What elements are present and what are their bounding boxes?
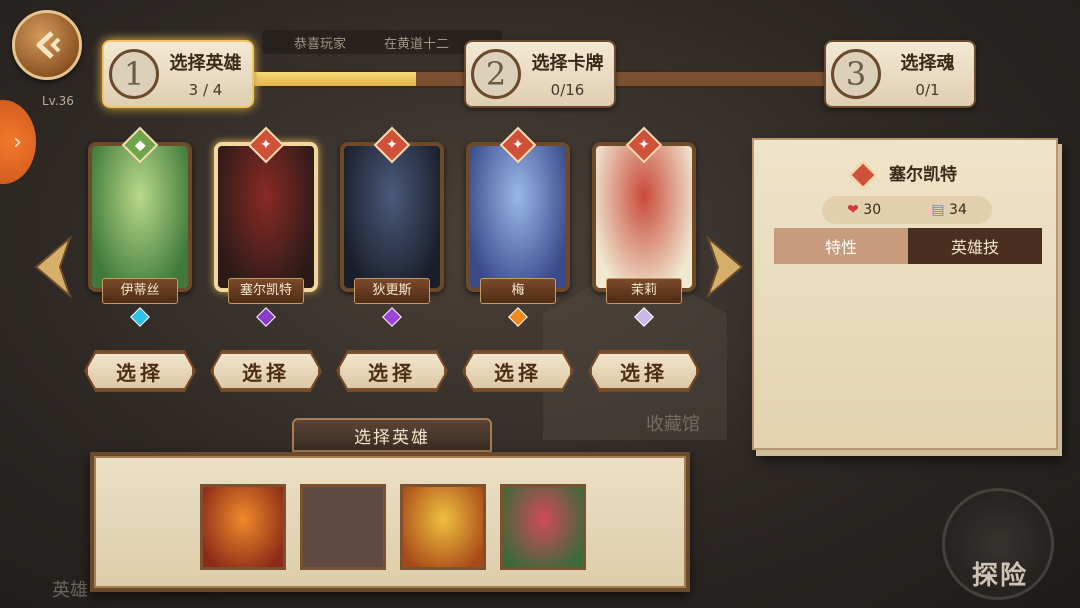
step-count: 0/1 — [915, 81, 940, 99]
background-heroes-label: 英雄 — [52, 580, 88, 601]
select-button[interactable]: 选择 — [590, 352, 698, 390]
hero-name: 伊蒂丝 — [102, 278, 178, 304]
step-count: 0/16 — [550, 81, 585, 99]
step-count: 3 / 4 — [188, 81, 223, 99]
step-number: 1 — [109, 49, 159, 99]
select-button[interactable]: 选择 — [212, 352, 320, 390]
selected-hero-slot[interactable] — [200, 484, 286, 570]
back-button[interactable] — [12, 10, 82, 80]
hero-portrait — [592, 142, 696, 292]
ticker-text-1: 恭喜玩家 — [294, 36, 347, 52]
selected-heroes-header: 选择英雄 — [292, 418, 492, 452]
step-select-cards[interactable]: 2 选择卡牌 0/16 — [464, 40, 616, 108]
rarity-gem-icon — [508, 307, 528, 327]
info-hero-name: 塞尔凯特 — [888, 165, 957, 185]
chevron-right-icon: › — [13, 129, 22, 155]
card-count-value: 34 — [949, 202, 967, 218]
select-button[interactable]: 选择 — [86, 352, 194, 390]
hero-portrait — [340, 142, 444, 292]
hero-stats-bar: ❤ 30 ▤ 34 — [822, 196, 992, 224]
heart-icon: ❤ — [847, 202, 859, 218]
hero-portrait — [88, 142, 192, 292]
hero-name: 茉莉 — [606, 278, 682, 304]
empty-hero-slot[interactable] — [300, 484, 386, 570]
diamond-icon: ◆ — [134, 137, 146, 153]
tab-traits[interactable]: 特性 — [774, 228, 908, 264]
step-select-soul[interactable]: 3 选择魂 0/1 — [824, 40, 976, 108]
card-deck-icon: ▤ — [931, 202, 945, 218]
sword-icon: ✦ — [386, 136, 398, 153]
rarity-gem-icon — [634, 307, 654, 327]
step-number: 3 — [831, 49, 881, 99]
player-level: Lv.36 — [42, 94, 74, 108]
rarity-gem-icon — [256, 307, 276, 327]
sword-icon: ✦ — [638, 136, 650, 153]
selected-heroes-panel — [90, 452, 690, 592]
info-tabs: 特性 英雄技 — [774, 228, 1042, 264]
tab-hero-skill[interactable]: 英雄技 — [908, 228, 1042, 264]
hero-name: 梅 — [480, 278, 556, 304]
ticker-text-2: 在黄道十二 — [384, 36, 450, 52]
hero-card-moli[interactable]: ✦ 茉莉 — [590, 126, 698, 327]
rarity-gem-icon — [130, 307, 150, 327]
step-select-hero[interactable]: 1 选择英雄 3 / 4 — [102, 40, 254, 108]
hp-stat: ❤ 30 — [847, 202, 881, 218]
background-museum-label: 收藏馆 — [646, 414, 700, 435]
selected-hero-slot[interactable] — [400, 484, 486, 570]
sword-icon: ✦ — [260, 136, 272, 153]
hero-card-mei[interactable]: ✦ 梅 — [464, 126, 572, 327]
info-hero-title: 塞尔凯特 — [754, 160, 1056, 190]
explore-label: 探险 — [971, 561, 1028, 591]
sword-icon — [848, 160, 878, 190]
select-button[interactable]: 选择 — [464, 352, 572, 390]
rarity-gem-icon — [382, 307, 402, 327]
step-title: 选择英雄 — [169, 53, 242, 74]
step-title: 选择卡牌 — [531, 53, 604, 74]
hero-portrait — [214, 142, 318, 292]
step-title: 选择魂 — [900, 53, 955, 74]
hero-name: 狄更斯 — [354, 278, 430, 304]
hero-name: 塞尔凯特 — [228, 278, 304, 304]
step-progress-fill — [230, 72, 416, 86]
select-button[interactable]: 选择 — [338, 352, 446, 390]
next-page-arrow-icon[interactable] — [706, 236, 746, 298]
hero-info-panel: 塞尔凯特 ❤ 30 ▤ 34 特性 英雄技 — [752, 138, 1058, 450]
sword-icon: ✦ — [512, 136, 524, 153]
hero-portrait — [466, 142, 570, 292]
hero-card-dickens[interactable]: ✦ 狄更斯 — [338, 126, 446, 327]
back-arrow-icon — [36, 31, 61, 59]
step-number: 2 — [471, 49, 521, 99]
card-stat: ▤ 34 — [931, 202, 967, 218]
hero-card-yidisi[interactable]: ◆ 伊蒂丝 — [86, 126, 194, 327]
hp-value: 30 — [863, 202, 882, 218]
selected-hero-slot[interactable] — [500, 484, 586, 570]
previous-page-arrow-icon[interactable] — [32, 236, 72, 298]
hero-card-serket[interactable]: ✦ 塞尔凯特 — [212, 126, 320, 327]
side-expand-tab[interactable]: › — [0, 100, 36, 184]
